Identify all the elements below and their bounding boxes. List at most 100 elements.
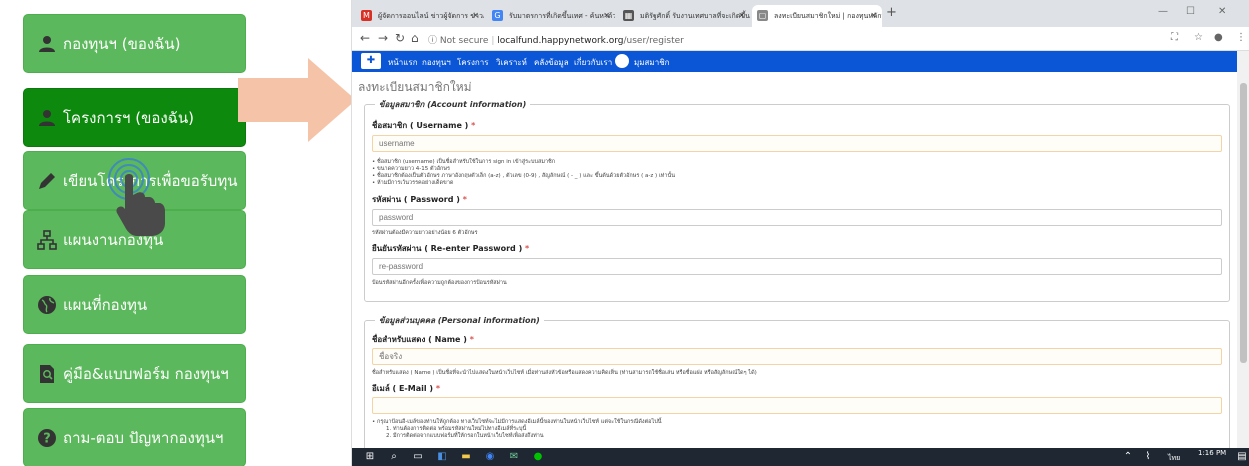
language-indicator[interactable]: ไทย xyxy=(1168,453,1180,464)
browser-tab[interactable]: ▦ มติรัฐศักดิ์ รับงานเทศบาลที่จะเกิดขึ้น… xyxy=(618,5,750,27)
email-help: • กรุณาป้อนอี-เมล์ของท่านให้ถูกต้อง ทางเ… xyxy=(372,419,662,440)
info-icon: ⓘ xyxy=(428,36,438,46)
right-arrow-icon xyxy=(238,58,356,142)
screenshot-root: กองทุนฯ (ของฉัน) โครงการฯ (ของฉัน) เขียน… xyxy=(0,0,1249,466)
menu-faq-button[interactable]: ? ถาม-ตอบ ปัญหากองทุนฯ xyxy=(23,408,246,466)
account-info-fieldset: ข้อมูลสมาชิก (Account information) ชื่อส… xyxy=(364,98,1230,302)
nav-analysis[interactable]: วิเคราะห์ xyxy=(496,56,527,69)
menu-label: กองทุนฯ (ของฉัน) xyxy=(63,34,181,53)
tab-bar: M ผู้จัดการออนไลน์ ข่าวผู้จัดการ ข่าวภูม… xyxy=(352,0,1249,27)
help-line: 1. ท่านต้องการติดต่อ พร้อมรหัสผ่านใหม่ไป… xyxy=(386,426,527,432)
notifications-icon[interactable]: ▤ xyxy=(1236,451,1248,463)
windows-taskbar: ⊞ ⌕ ▭ ◧ ▬ ◉ ✉ ● ⌃ ⌇ ไทย 1:16 PM ▤ xyxy=(352,448,1249,466)
username-input[interactable] xyxy=(372,135,1222,152)
repassword-label-text: ยืนยันรหัสผ่าน ( Re-enter Password ) xyxy=(372,244,523,253)
close-icon[interactable]: ✕ xyxy=(738,11,745,20)
task-view-icon[interactable]: ▭ xyxy=(412,451,424,463)
mail-icon[interactable]: ✉ xyxy=(508,451,520,463)
address-bar: ← → ↻ ⌂ ⓘ Not secure | localfund.happyne… xyxy=(352,27,1249,51)
nav-home[interactable]: หน้าแรก xyxy=(388,56,418,69)
scrollbar-thumb[interactable] xyxy=(1240,83,1247,363)
nav-projects[interactable]: โครงการ xyxy=(457,56,488,69)
repassword-label: ยืนยันรหัสผ่าน ( Re-enter Password ) * xyxy=(372,242,529,255)
page-scrollbar[interactable] xyxy=(1237,51,1249,448)
forward-icon[interactable]: → xyxy=(378,31,388,45)
new-tab-icon[interactable]: + xyxy=(886,5,897,20)
menu-label: แผนที่กองทุน xyxy=(63,295,148,314)
minimize-icon[interactable]: — xyxy=(1158,6,1168,17)
browser-tab[interactable]: M ผู้จัดการออนไลน์ ข่าวผู้จัดการ ข่าวภูม… xyxy=(356,5,484,27)
email-label: อีเมล์ ( E-Mail ) * xyxy=(372,382,440,395)
menu-label: โครงการฯ (ของฉัน) xyxy=(63,108,194,127)
email-input[interactable] xyxy=(372,397,1222,414)
line-icon[interactable]: ● xyxy=(532,451,544,463)
pointer-hand-icon xyxy=(108,158,165,236)
gmail-icon: M xyxy=(361,10,372,21)
required-mark: * xyxy=(471,121,476,130)
name-label-text: ชื่อสำหรับแสดง ( Name ) xyxy=(372,335,467,344)
tab-title: รับมาตรการที่เกิดขึ้นเทศ - ค้นหาด้วย Goo xyxy=(509,12,615,20)
question-icon: ? xyxy=(36,427,58,449)
help-line: • กรุณาป้อนอี-เมล์ของท่านให้ถูกต้อง ทางเ… xyxy=(372,419,662,425)
close-icon[interactable]: ✕ xyxy=(603,11,610,20)
search-icon[interactable]: ⌕ xyxy=(388,451,400,463)
menu-fund-map-button[interactable]: แผนที่กองทุน xyxy=(23,275,246,334)
page-icon: ▢ xyxy=(757,10,768,21)
site-nav-bar: ✚ หน้าแรก กองทุนฯ โครงการ วิเคราะห์ คลัง… xyxy=(352,51,1249,72)
profile-icon[interactable]: ● xyxy=(1214,32,1223,43)
password-help: รหัสผ่านต้องมีความยาวอย่างน้อย 6 ตัวอักษ… xyxy=(372,230,478,236)
required-mark: * xyxy=(462,195,467,204)
kebab-menu-icon[interactable]: ⋮ xyxy=(1236,32,1246,43)
windows-start-icon[interactable]: ⊞ xyxy=(364,451,376,463)
username-help: • ชื่อสมาชิก (username) เป็นชื่อสำหรับใช… xyxy=(372,159,675,187)
password-label-text: รหัสผ่าน ( Password ) xyxy=(372,195,460,204)
tab-title: ลงทะเบียนสมาชิกใหม่ | กองทุนหลักประ xyxy=(774,12,882,20)
browser-window: M ผู้จัดการออนไลน์ ข่าวผู้จัดการ ข่าวภูม… xyxy=(351,0,1249,466)
name-help: ชื่อสำหรับแสดง ( Name ) เป็นชื่อที่จะนำไ… xyxy=(372,370,757,376)
menu-label: คู่มือ&แบบฟอร์ม กองทุนฯ xyxy=(63,364,229,383)
chrome-icon[interactable]: ◉ xyxy=(484,451,496,463)
reload-icon[interactable]: ↻ xyxy=(395,31,405,45)
menu-manual-forms-button[interactable]: คู่มือ&แบบฟอร์ม กองทุนฯ xyxy=(23,344,246,403)
close-icon[interactable]: ✕ xyxy=(870,11,877,20)
translate-icon[interactable]: ⛶ xyxy=(1171,32,1178,43)
site-logo-icon[interactable]: ✚ xyxy=(361,53,381,69)
nav-about[interactable]: เกี่ยวกับเรา xyxy=(574,56,612,69)
password-label: รหัสผ่าน ( Password ) * xyxy=(372,193,467,206)
name-input[interactable] xyxy=(372,348,1222,365)
nav-data-store[interactable]: คลังข้อมูล xyxy=(534,56,569,69)
taskbar-clock[interactable]: 1:16 PM xyxy=(1198,449,1226,457)
user-icon xyxy=(36,107,58,129)
menu-my-projects-button[interactable]: โครงการฯ (ของฉัน) xyxy=(23,88,246,147)
nav-member-corner[interactable]: มุมสมาชิก xyxy=(634,56,669,69)
repassword-input[interactable] xyxy=(372,258,1222,275)
tray-up-icon[interactable]: ⌃ xyxy=(1122,451,1134,463)
username-label-text: ชื่อสมาชิก ( Username ) xyxy=(372,121,469,130)
help-line: • ชื่อสมาชิกต้องเป็นตัวอักษร ภาษาอังกฤษต… xyxy=(372,173,675,179)
close-icon[interactable]: ✕ xyxy=(472,11,479,20)
menu-my-fund-button[interactable]: กองทุนฯ (ของฉัน) xyxy=(23,14,246,73)
tab-title: ผู้จัดการออนไลน์ ข่าวผู้จัดการ ข่าวภูมิภ… xyxy=(378,12,484,20)
help-line: 2. มีการติดต่อจากแบบฟอร์มที่ให้กรอกในหน้… xyxy=(386,433,544,439)
store-icon[interactable]: ◧ xyxy=(436,451,448,463)
maximize-icon[interactable]: ☐ xyxy=(1186,6,1195,17)
file-explorer-icon[interactable]: ▬ xyxy=(460,451,472,463)
home-icon[interactable]: ⌂ xyxy=(411,31,419,45)
svg-text:?: ? xyxy=(43,431,51,446)
help-line: • ชื่อสมาชิก (username) เป็นชื่อสำหรับใช… xyxy=(372,159,556,165)
browser-tab-active[interactable]: ▢ ลงทะเบียนสมาชิกใหม่ | กองทุนหลักประ ✕ xyxy=(752,5,882,27)
back-icon[interactable]: ← xyxy=(360,31,370,45)
repassword-help: ป้อนรหัสผ่านอีกครั้งเพื่อความถูกต้องของก… xyxy=(372,280,507,286)
document-search-icon xyxy=(36,363,58,385)
nav-funds[interactable]: กองทุนฯ xyxy=(422,56,451,69)
password-input[interactable] xyxy=(372,209,1222,226)
browser-tab[interactable]: G รับมาตรการที่เกิดขึ้นเทศ - ค้นหาด้วย G… xyxy=(487,5,615,27)
site-icon: ▦ xyxy=(623,10,634,21)
close-window-icon[interactable]: ✕ xyxy=(1218,6,1226,17)
pencil-icon xyxy=(36,170,58,192)
personal-info-legend: ข้อมูลส่วนบุคคล (Personal information) xyxy=(375,314,544,327)
star-icon[interactable]: ☆ xyxy=(1194,32,1203,43)
help-line: • ห้ามมีการเว้นวรรคอย่างเด็ดขาด xyxy=(372,180,454,186)
url-field[interactable]: ⓘ Not secure | localfund.happynetwork.or… xyxy=(428,33,684,46)
network-icon[interactable]: ⌇ xyxy=(1142,451,1154,463)
